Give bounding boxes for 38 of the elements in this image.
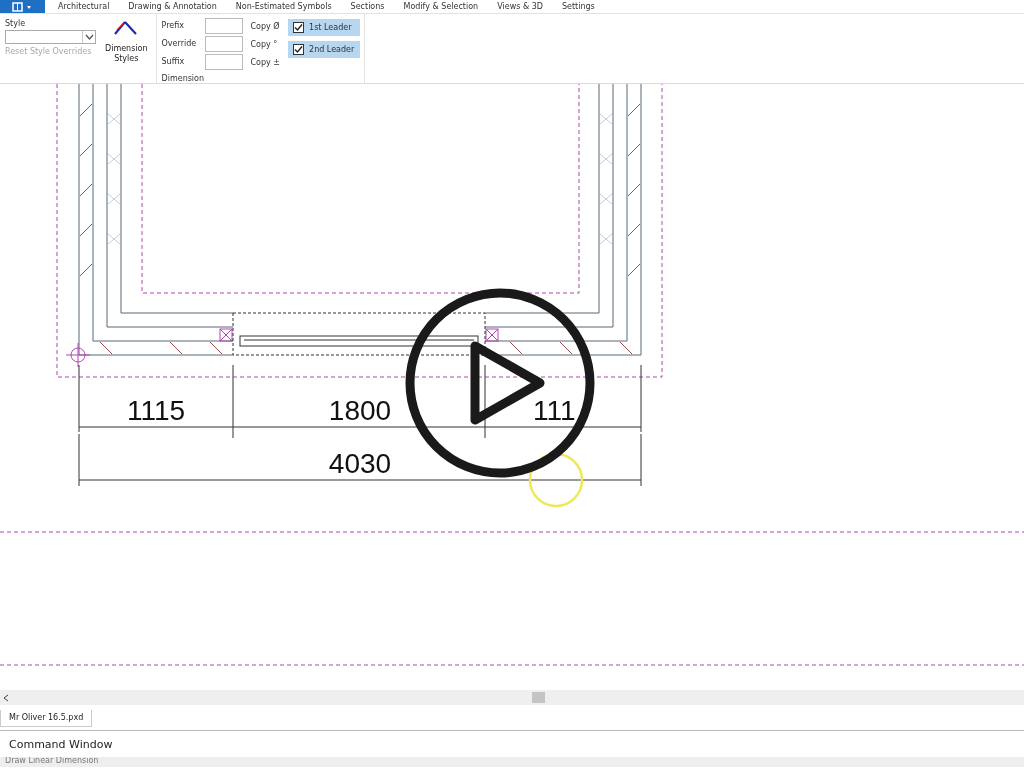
dimension-value: 4030 — [328, 448, 392, 479]
checkbox[interactable] — [293, 44, 305, 55]
horizontal-scrollbar[interactable] — [0, 690, 1024, 705]
scroll-thumb[interactable] — [532, 692, 545, 703]
ribbon-tab[interactable]: Architectural — [45, 2, 110, 11]
field-label: Suffix — [161, 57, 186, 66]
field-label: Prefix — [161, 21, 186, 30]
style-dropdown[interactable] — [5, 30, 96, 44]
ribbon-tab[interactable]: Sections — [337, 2, 385, 11]
cursor-highlight-icon — [528, 452, 584, 508]
ribbon-tab[interactable]: Settings — [548, 2, 595, 11]
checkbox[interactable] — [293, 22, 305, 33]
ribbon-tab[interactable]: Views & 3D — [484, 2, 543, 11]
input-field[interactable] — [204, 35, 243, 52]
command-line: Draw Linear Dimension — [4, 757, 100, 766]
document-tab[interactable]: Mr Oliver 16.5.pxd — [0, 709, 93, 727]
group-label: Dimension — [161, 74, 205, 83]
input-field[interactable] — [204, 17, 243, 34]
copy-button[interactable]: Copy Ø — [250, 17, 281, 35]
dimension-value: 1115 — [126, 395, 186, 426]
leader-toggle[interactable]: 2nd Leader — [288, 41, 361, 58]
copy-button[interactable]: Copy ± — [250, 53, 281, 71]
dimension-value: 111 — [533, 395, 576, 426]
caret-icon — [82, 31, 95, 43]
command-window-title: Command Window — [8, 736, 114, 753]
copy-button[interactable]: Copy ° — [250, 35, 281, 53]
style-label: Style — [5, 19, 27, 28]
application-menu-button[interactable] — [0, 0, 45, 13]
ribbon-tab[interactable]: Modify & Selection — [390, 2, 479, 11]
ribbon-tab[interactable]: Drawing & Annotation — [115, 2, 217, 11]
scroll-left-icon[interactable] — [3, 693, 9, 702]
dimension-value: 1800 — [328, 395, 392, 426]
play-button[interactable] — [405, 288, 595, 478]
input-field[interactable] — [204, 53, 243, 70]
leader-toggle[interactable]: 1st Leader — [288, 19, 361, 36]
dimension-styles-button[interactable]: Dimension Styles — [103, 14, 150, 83]
ribbon-tab[interactable]: Non-Estimated Symbols — [222, 2, 332, 11]
field-label: Override — [161, 39, 198, 48]
